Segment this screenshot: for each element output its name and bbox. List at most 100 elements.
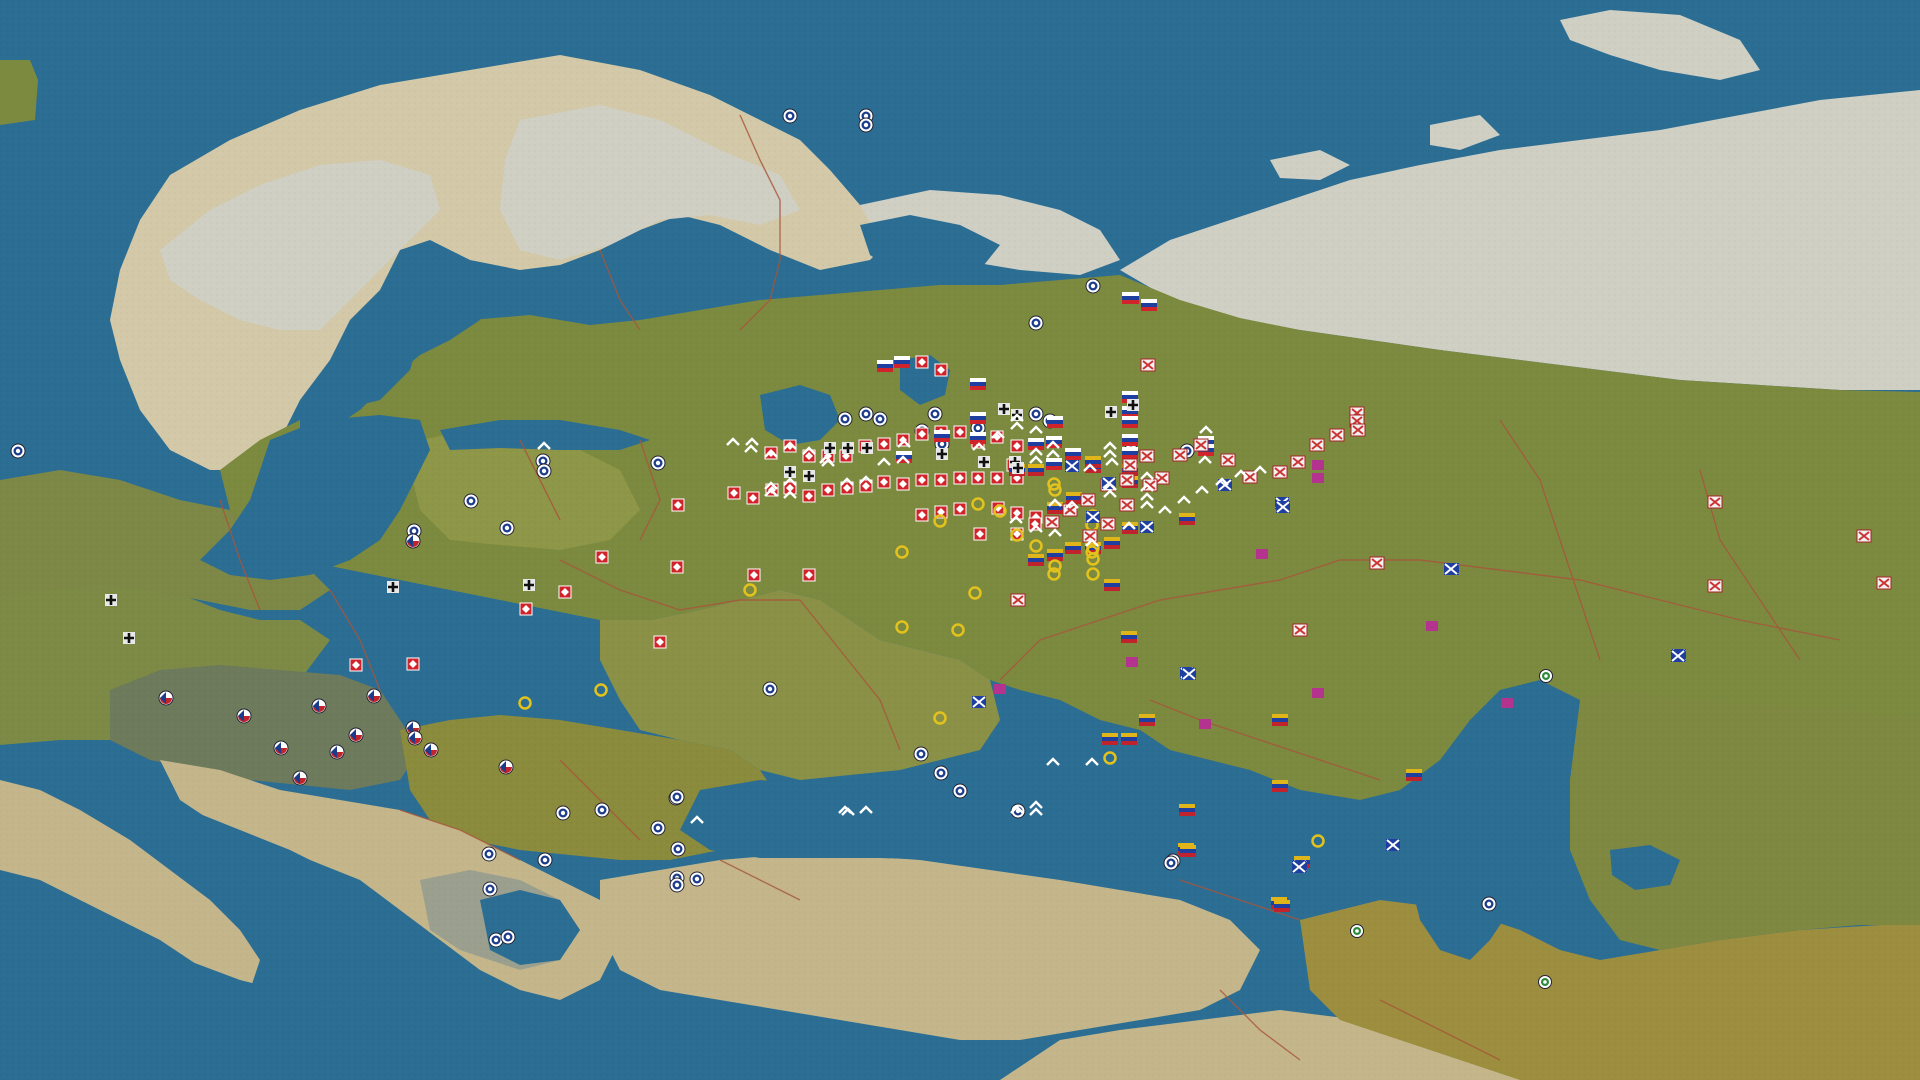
blue-saltire-icon[interactable] [1140, 521, 1154, 533]
roundel-icon[interactable] [463, 493, 479, 509]
red-diamond-counter-icon[interactable] [971, 471, 985, 485]
red-diamond-counter-icon[interactable] [990, 471, 1004, 485]
czech-roundel-icon[interactable] [311, 698, 327, 714]
tricolor-flag-icon[interactable] [1122, 292, 1138, 304]
tricolor-flag-icon[interactable] [970, 378, 986, 390]
czech-roundel-icon[interactable] [405, 533, 421, 549]
mixed-flag-icon[interactable] [1179, 513, 1195, 525]
roundel-icon[interactable] [952, 783, 968, 799]
mixed-flag-icon[interactable] [1028, 554, 1044, 566]
white-cross-counter-icon[interactable] [1119, 498, 1135, 512]
roundel-icon[interactable] [650, 455, 666, 471]
red-diamond-counter-icon[interactable] [595, 550, 609, 564]
mixed-flag-icon[interactable] [1274, 900, 1290, 912]
roundel-icon[interactable] [650, 820, 666, 836]
iron-cross-icon[interactable] [105, 594, 117, 606]
game-viewport[interactable] [0, 0, 1920, 1080]
red-diamond-counter-icon[interactable] [670, 560, 684, 574]
magenta-square-icon[interactable] [1312, 688, 1324, 698]
blue-saltire-icon[interactable] [1086, 511, 1100, 523]
red-diamond-counter-icon[interactable] [915, 355, 929, 369]
red-diamond-counter-icon[interactable] [747, 568, 761, 582]
iron-cross-icon[interactable] [936, 448, 948, 460]
roundel-icon[interactable] [689, 871, 705, 887]
roundel-icon[interactable] [872, 411, 888, 427]
white-cross-counter-icon[interactable] [1856, 529, 1872, 543]
magenta-square-icon[interactable] [1426, 621, 1438, 631]
white-cross-counter-icon[interactable] [1350, 423, 1366, 437]
roundel-icon[interactable] [555, 805, 571, 821]
tricolor-flag-icon[interactable] [934, 430, 950, 442]
mixed-flag-icon[interactable] [1139, 714, 1155, 726]
mixed-flag-icon[interactable] [1121, 631, 1137, 643]
blue-saltire-icon[interactable] [1182, 668, 1196, 680]
roundel-icon[interactable] [762, 681, 778, 697]
czech-roundel-icon[interactable] [348, 727, 364, 743]
roundel-icon[interactable] [858, 117, 874, 133]
blue-saltire-icon[interactable] [1276, 501, 1290, 513]
red-diamond-counter-icon[interactable] [915, 427, 929, 441]
red-diamond-counter-icon[interactable] [519, 602, 533, 616]
tricolor-flag-icon[interactable] [894, 356, 910, 368]
roundel-icon[interactable] [837, 411, 853, 427]
magenta-square-icon[interactable] [1199, 719, 1211, 729]
roundel-icon[interactable] [499, 520, 515, 536]
iron-cross-icon[interactable] [842, 442, 854, 454]
blue-saltire-icon[interactable] [1065, 460, 1079, 472]
blue-saltire-icon[interactable] [1671, 650, 1685, 662]
blue-saltire-icon[interactable] [1386, 839, 1400, 851]
czech-roundel-icon[interactable] [158, 690, 174, 706]
mixed-flag-icon[interactable] [1406, 769, 1422, 781]
roundel-icon[interactable] [536, 463, 552, 479]
blue-saltire-icon[interactable] [1444, 563, 1458, 575]
mixed-flag-icon[interactable] [1104, 579, 1120, 591]
roundel-icon[interactable] [933, 765, 949, 781]
green-roundel-icon[interactable] [1538, 975, 1552, 989]
mixed-flag-icon[interactable] [1272, 780, 1288, 792]
tricolor-flag-icon[interactable] [1122, 447, 1138, 459]
roundel-icon[interactable] [1481, 896, 1497, 912]
white-cross-counter-icon[interactable] [1707, 495, 1723, 509]
red-diamond-counter-icon[interactable] [896, 477, 910, 491]
mixed-flag-icon[interactable] [1065, 542, 1081, 554]
red-diamond-counter-icon[interactable] [877, 475, 891, 489]
red-diamond-counter-icon[interactable] [915, 473, 929, 487]
czech-roundel-icon[interactable] [292, 770, 308, 786]
red-diamond-counter-icon[interactable] [764, 446, 778, 460]
white-cross-counter-icon[interactable] [1080, 493, 1096, 507]
mixed-flag-icon[interactable] [1121, 733, 1137, 745]
red-diamond-counter-icon[interactable] [671, 498, 685, 512]
roundel-icon[interactable] [482, 881, 498, 897]
red-diamond-counter-icon[interactable] [877, 437, 891, 451]
red-diamond-counter-icon[interactable] [821, 483, 835, 497]
roundel-icon[interactable] [858, 406, 874, 422]
white-cross-counter-icon[interactable] [1290, 455, 1306, 469]
tricolor-flag-icon[interactable] [1046, 458, 1062, 470]
red-diamond-counter-icon[interactable] [349, 658, 363, 672]
magenta-square-icon[interactable] [994, 684, 1006, 694]
white-cross-counter-icon[interactable] [1044, 515, 1060, 529]
red-diamond-counter-icon[interactable] [802, 568, 816, 582]
mixed-flag-icon[interactable] [1028, 464, 1044, 476]
iron-cross-icon[interactable] [523, 579, 535, 591]
iron-cross-icon[interactable] [824, 442, 836, 454]
mixed-flag-icon[interactable] [1047, 549, 1063, 561]
white-cross-counter-icon[interactable] [1329, 428, 1345, 442]
roundel-icon[interactable] [500, 929, 516, 945]
magenta-square-icon[interactable] [1312, 473, 1324, 483]
czech-roundel-icon[interactable] [273, 740, 289, 756]
roundel-icon[interactable] [782, 108, 798, 124]
czech-roundel-icon[interactable] [236, 708, 252, 724]
red-diamond-counter-icon[interactable] [953, 502, 967, 516]
red-diamond-counter-icon[interactable] [915, 508, 929, 522]
roundel-icon[interactable] [1085, 278, 1101, 294]
white-cross-counter-icon[interactable] [1172, 448, 1188, 462]
white-cross-counter-icon[interactable] [1100, 517, 1116, 531]
red-diamond-counter-icon[interactable] [406, 657, 420, 671]
red-diamond-counter-icon[interactable] [973, 527, 987, 541]
mixed-flag-icon[interactable] [1272, 714, 1288, 726]
tricolor-flag-icon[interactable] [1141, 299, 1157, 311]
magenta-square-icon[interactable] [1501, 698, 1513, 708]
red-diamond-counter-icon[interactable] [934, 363, 948, 377]
red-diamond-counter-icon[interactable] [934, 473, 948, 487]
